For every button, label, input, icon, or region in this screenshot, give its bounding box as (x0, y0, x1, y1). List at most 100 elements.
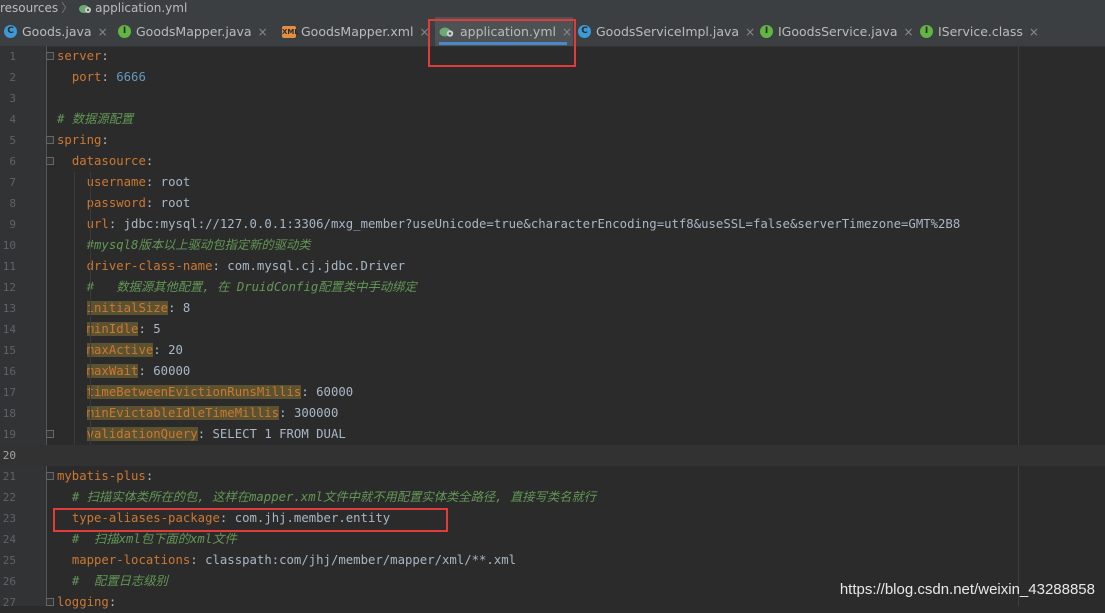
code-text: : (153, 343, 169, 357)
tab-goodsmapper-java[interactable]: I GoodsMapper.java × (114, 17, 277, 46)
highlight-box-line (53, 508, 448, 532)
fold-toggle-icon[interactable] (46, 52, 54, 60)
xml-icon: XML (282, 25, 299, 38)
tab-goods-java[interactable]: C Goods.java × (0, 17, 114, 46)
line-number: 19 (2, 428, 16, 441)
close-icon[interactable]: × (745, 25, 755, 39)
tab-label: GoodsMapper.java (136, 24, 252, 39)
indent-guide (90, 172, 91, 445)
close-icon[interactable]: × (903, 25, 913, 39)
code-text: # 数据源其他配置, 在 DruidConfig配置类中手动绑定 (57, 277, 417, 298)
yaml-key: datasource (71, 154, 146, 168)
yaml-value: com.mysql.cj.jdbc.Driver (227, 259, 405, 273)
yaml-key: spring (57, 133, 102, 147)
code-line: 9 url: jdbc:mysql://127.0.0.1:3306/mxg_m… (0, 214, 1105, 235)
line-number: 8 (9, 197, 16, 210)
code-text: validationQuery: SELECT 1 FROM DUAL (57, 424, 346, 445)
code-text: spring: (57, 130, 109, 151)
line-number: 3 (9, 92, 16, 105)
tab-label: GoodsMapper.xml (301, 24, 414, 39)
fold-toggle-icon[interactable] (46, 136, 54, 144)
tab-goodsmapper-xml[interactable]: XML GoodsMapper.xml × (278, 17, 434, 46)
code-text: : (108, 595, 117, 609)
line-number: 23 (2, 512, 16, 525)
code-text: username: root (57, 172, 191, 193)
code-line: 17 timeBetweenEvictionRunsMillis: 60000 (0, 382, 1105, 403)
yaml-key: minEvictableIdleTimeMillis (86, 406, 280, 420)
yaml-value: 6666 (116, 70, 146, 84)
fold-toggle-icon[interactable] (46, 430, 54, 438)
tab-label: GoodsServiceImpl.java (596, 24, 740, 39)
yaml-comment: # 配置日志级别 (71, 574, 168, 588)
code-text: : (101, 133, 109, 147)
code-text: # 扫描xml包下面的xml文件 (57, 529, 237, 550)
line-number: 2 (9, 71, 16, 84)
breadcrumb-item-application-yml[interactable]: application.yml (95, 0, 187, 16)
line-number: 9 (9, 218, 16, 231)
line-number: 16 (2, 365, 16, 378)
interface-icon: I (760, 25, 773, 38)
line-number: 17 (2, 386, 16, 399)
yaml-key: password (86, 196, 146, 210)
line-number: 6 (9, 155, 16, 168)
fold-toggle-icon[interactable] (46, 157, 54, 165)
interface-icon: I (118, 25, 131, 38)
tab-label: IService.class (938, 24, 1023, 39)
code-text: minIdle: 5 (57, 319, 161, 340)
code-text: maxWait: 60000 (57, 361, 190, 382)
yaml-value: 60000 (153, 364, 191, 378)
line-number: 20 (2, 449, 16, 462)
line-number: 5 (9, 134, 16, 147)
code-text: minEvictableIdleTimeMillis: 300000 (57, 403, 338, 424)
close-icon[interactable]: × (98, 25, 108, 39)
tab-igoodsservice-java[interactable]: I IGoodsService.java × (756, 17, 914, 46)
code-text: #mysql8版本以上驱动包指定新的驱动类 (57, 235, 311, 256)
code-line: 8 password: root (0, 193, 1105, 214)
yaml-key: minIdle (86, 322, 139, 336)
line-number: 15 (2, 344, 16, 357)
yaml-comment: # 扫描xml包下面的xml文件 (71, 532, 237, 546)
yaml-key: port (71, 70, 102, 84)
code-line: 12 # 数据源其他配置, 在 DruidConfig配置类中手动绑定 (0, 277, 1105, 298)
code-text: initialSize: 8 (57, 298, 190, 319)
breadcrumb-item-resources[interactable]: resources (0, 0, 58, 16)
fold-toggle-icon[interactable] (46, 598, 54, 606)
code-text: driver-class-name: com.mysql.cj.jdbc.Dri… (57, 256, 405, 277)
code-line: 24 # 扫描xml包下面的xml文件 (0, 529, 1105, 550)
tab-iservice-class[interactable]: I IService.class × (916, 17, 1039, 46)
breadcrumb: resources 〉 application.yml (0, 0, 1105, 17)
line-number: 24 (2, 533, 16, 546)
tab-goodsserviceimpl-java[interactable]: C GoodsServiceImpl.java × (574, 17, 755, 46)
close-icon[interactable]: × (258, 25, 268, 39)
yaml-key: mybatis-plus (57, 469, 146, 483)
yaml-comment: #mysql8版本以上驱动包指定新的驱动类 (86, 238, 311, 252)
code-line: 11 driver-class-name: com.mysql.cj.jdbc.… (0, 256, 1105, 277)
yaml-key: maxWait (86, 364, 139, 378)
line-number: 25 (2, 554, 16, 567)
close-icon[interactable]: × (1029, 25, 1039, 39)
interface-icon: I (920, 25, 933, 38)
code-text: port: 6666 (57, 67, 146, 88)
spring-yml-icon (78, 2, 92, 14)
code-text: : (101, 70, 117, 84)
code-line: 21 mybatis-plus: (0, 466, 1105, 487)
yaml-value: SELECT 1 FROM DUAL (212, 427, 346, 441)
code-line: 22 # 扫描实体类所在的包, 这样在mapper.xml文件中就不用配置实体类… (0, 487, 1105, 508)
yaml-value: root (160, 196, 191, 210)
code-text: # 扫描实体类所在的包, 这样在mapper.xml文件中就不用配置实体类全路径… (57, 487, 596, 508)
code-text: # 配置日志级别 (57, 571, 168, 592)
yaml-comment: # 数据源配置 (57, 112, 134, 126)
code-text: # 数据源配置 (57, 109, 133, 130)
yaml-comment: # 扫描实体类所在的包, 这样在mapper.xml文件中就不用配置实体类全路径… (71, 490, 597, 504)
code-text: : (145, 154, 154, 168)
line-number: 10 (2, 239, 16, 252)
line-number: 18 (2, 407, 16, 420)
code-text: : (101, 49, 109, 63)
line-number: 7 (9, 176, 16, 189)
yaml-value: root (160, 175, 191, 189)
line-number: 21 (2, 470, 16, 483)
line-number: 13 (2, 302, 16, 315)
code-text: : (138, 364, 154, 378)
class-icon: C (4, 25, 17, 38)
fold-toggle-icon[interactable] (46, 472, 54, 480)
